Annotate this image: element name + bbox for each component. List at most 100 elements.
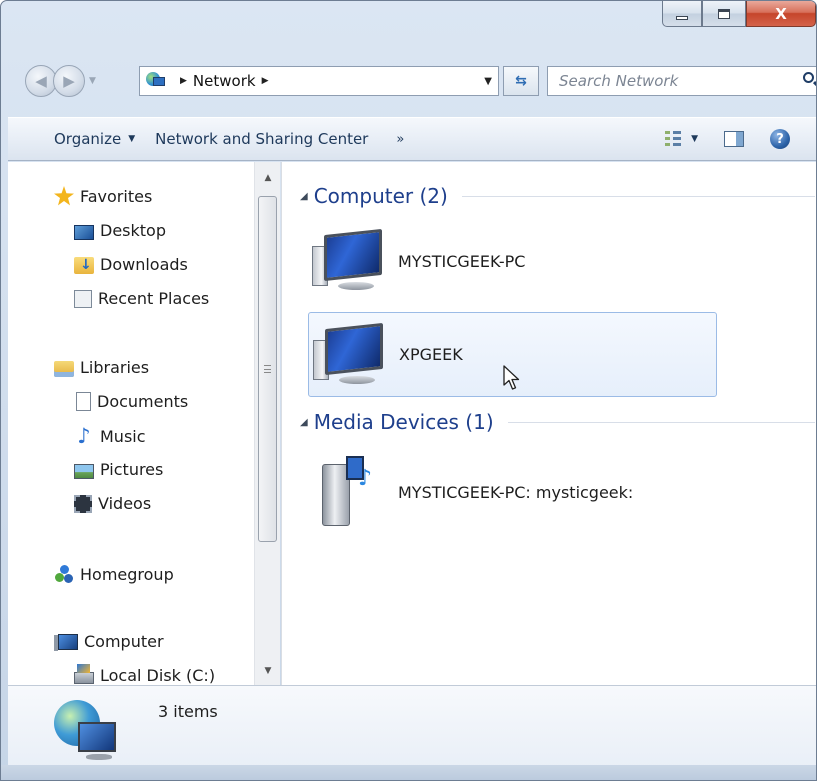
sidebar-item-music[interactable]: ♪ Music xyxy=(74,424,146,448)
grip-icon xyxy=(264,365,271,373)
explorer-window: X ◀ ▶ ▼ ▶ Network ▶ ▼ ⇆ Search Network O… xyxy=(0,0,817,781)
sidebar-item-label: Computer xyxy=(84,632,164,651)
group-divider xyxy=(461,195,815,197)
item-label: XPGEEK xyxy=(399,345,463,364)
sidebar-item-label: Videos xyxy=(98,494,152,513)
breadcrumb-separator-icon[interactable]: ▶ xyxy=(262,76,269,86)
sidebar-item-local-disk[interactable]: Local Disk (C:) xyxy=(74,664,216,685)
group-title: Computer (2) xyxy=(313,184,448,208)
recent-pages-dropdown[interactable]: ▼ xyxy=(89,76,96,86)
sidebar-item-label: Pictures xyxy=(100,460,164,479)
sidebar-item-videos[interactable]: Videos xyxy=(74,494,151,513)
network-globe-icon xyxy=(54,700,128,766)
network-and-sharing-center-label: Network and Sharing Center xyxy=(155,130,369,148)
documents-icon xyxy=(76,392,91,411)
pictures-icon xyxy=(74,463,94,479)
navigation-pane: Favorites Desktop Downloads Recent Place… xyxy=(8,162,280,685)
command-bar-right: ▼ ? xyxy=(665,129,790,149)
sidebar-item-documents[interactable]: Documents xyxy=(74,392,188,411)
scroll-thumb[interactable] xyxy=(258,196,277,542)
refresh-icon: ⇆ xyxy=(515,73,527,89)
forward-button[interactable]: ▶ xyxy=(53,65,85,97)
sidebar-item-recent-places[interactable]: Recent Places xyxy=(74,289,209,308)
homegroup-icon xyxy=(54,564,74,584)
music-icon: ♪ xyxy=(77,424,91,448)
chevron-down-icon: ▼ xyxy=(128,134,136,144)
search-box[interactable]: Search Network xyxy=(547,66,816,96)
desktop-icon xyxy=(74,224,94,240)
sidebar-item-favorites[interactable]: Favorites xyxy=(54,186,152,206)
navigation-bar: ◀ ▶ ▼ ▶ Network ▶ ▼ ⇆ Search Network xyxy=(25,61,816,101)
maximize-icon xyxy=(718,8,730,19)
group-header-media-devices[interactable]: ◢ Media Devices (1) xyxy=(300,410,815,434)
organize-button[interactable]: Organize ▼ xyxy=(44,124,145,154)
group-divider xyxy=(507,421,815,423)
media-device-icon: ♪ xyxy=(308,454,384,530)
recent-places-icon xyxy=(74,289,92,308)
close-button[interactable]: X xyxy=(746,1,816,27)
navigation-pane-scrollbar[interactable]: ▲ ▼ xyxy=(254,162,280,685)
network-computer-icon xyxy=(308,226,384,296)
sidebar-item-downloads[interactable]: Downloads xyxy=(74,255,188,274)
sidebar-item-label: Libraries xyxy=(80,358,150,377)
change-view-button[interactable]: ▼ xyxy=(665,131,698,147)
more-commands-button[interactable]: » xyxy=(396,132,404,147)
back-arrow-icon: ◀ xyxy=(35,72,47,90)
sidebar-item-label: Documents xyxy=(97,392,189,411)
computer-icon xyxy=(54,634,78,651)
videos-icon xyxy=(74,494,92,513)
window-bottom-border xyxy=(1,765,816,780)
forward-arrow-icon: ▶ xyxy=(63,72,75,90)
local-disk-icon xyxy=(74,664,94,684)
collapse-triangle-icon[interactable]: ◢ xyxy=(300,191,308,202)
sidebar-item-label: Recent Places xyxy=(98,289,210,308)
search-icon[interactable] xyxy=(801,70,816,92)
address-dropdown-icon[interactable]: ▼ xyxy=(484,76,492,87)
collapse-triangle-icon[interactable]: ◢ xyxy=(300,417,308,428)
details-pane: 3 items xyxy=(8,685,816,767)
organize-label: Organize xyxy=(54,130,122,148)
minimize-icon xyxy=(676,15,688,20)
maximize-button[interactable] xyxy=(702,1,746,27)
sidebar-item-pictures[interactable]: Pictures xyxy=(74,460,163,479)
address-bar[interactable]: ▶ Network ▶ ▼ xyxy=(139,66,499,96)
sidebar-item-libraries[interactable]: Libraries xyxy=(54,358,149,377)
search-input[interactable]: Search Network xyxy=(559,72,801,90)
file-list-pane: ◢ Computer (2) MYSTICGEEK-PC XPGEEK ◢ Me… xyxy=(281,162,816,685)
views-icon xyxy=(665,131,682,147)
caption-buttons: X xyxy=(662,1,816,28)
sidebar-item-label: Desktop xyxy=(100,221,166,240)
star-icon xyxy=(54,186,74,206)
sidebar-item-label: Downloads xyxy=(100,255,188,274)
sidebar-item-label: Music xyxy=(100,426,146,446)
sidebar-item-homegroup[interactable]: Homegroup xyxy=(54,564,174,584)
network-icon xyxy=(146,72,168,90)
media-item-mysticgeek-pc[interactable]: ♪ MYSTICGEEK-PC: mysticgeek: xyxy=(308,454,633,530)
breadcrumb-network[interactable]: Network xyxy=(193,72,256,90)
sidebar-item-label: Local Disk (C:) xyxy=(100,666,216,685)
refresh-button[interactable]: ⇆ xyxy=(503,66,539,96)
chevron-down-icon[interactable]: ▼ xyxy=(691,134,698,144)
preview-pane-icon[interactable] xyxy=(724,131,744,147)
group-title: Media Devices (1) xyxy=(313,410,494,434)
item-label: MYSTICGEEK-PC xyxy=(398,251,526,271)
sidebar-item-desktop[interactable]: Desktop xyxy=(74,221,166,240)
network-and-sharing-center-button[interactable]: Network and Sharing Center xyxy=(145,124,378,154)
downloads-folder-icon xyxy=(74,257,94,274)
group-header-computer[interactable]: ◢ Computer (2) xyxy=(300,184,815,208)
item-count: 3 items xyxy=(158,702,218,721)
sidebar-item-label: Homegroup xyxy=(80,564,174,584)
command-bar: Organize ▼ Network and Sharing Center » … xyxy=(8,117,816,161)
help-icon[interactable]: ? xyxy=(770,129,790,149)
scroll-down-arrow-icon[interactable]: ▼ xyxy=(262,665,274,677)
close-icon: X xyxy=(775,4,787,23)
breadcrumb-separator-icon[interactable]: ▶ xyxy=(180,76,187,86)
minimize-button[interactable] xyxy=(662,1,702,27)
network-item-mysticgeek-pc[interactable]: MYSTICGEEK-PC xyxy=(308,226,525,296)
network-computer-icon xyxy=(309,320,385,390)
scroll-up-arrow-icon[interactable]: ▲ xyxy=(262,172,274,184)
sidebar-item-computer[interactable]: Computer xyxy=(54,632,164,651)
libraries-icon xyxy=(54,360,74,377)
item-label: MYSTICGEEK-PC: mysticgeek: xyxy=(398,482,634,502)
sidebar-item-label: Favorites xyxy=(80,186,153,206)
